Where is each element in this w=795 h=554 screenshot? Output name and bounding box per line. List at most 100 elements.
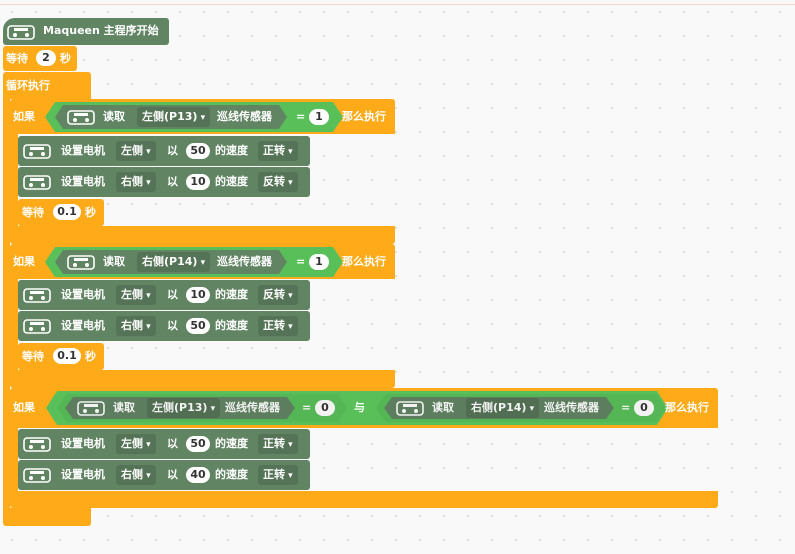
speed-input[interactable]: 50 xyxy=(186,143,210,159)
condition-equals-left[interactable]: 读取 左侧(P13) 巡线传感器 = 0 xyxy=(57,394,347,422)
direction-dropdown[interactable]: 正转 xyxy=(258,465,298,485)
wait-block[interactable]: 等待 0.1 秒 xyxy=(18,199,104,226)
maqueen-robot-icon xyxy=(23,144,51,159)
maqueen-robot-icon xyxy=(77,401,105,416)
with-label: 以 xyxy=(167,144,178,157)
if-block-1-header[interactable]: 如果 读取 左侧(P13) 巡线传感器 = 1 那么执行 xyxy=(10,99,395,134)
with-label: 以 xyxy=(167,288,178,301)
speed-input[interactable]: 10 xyxy=(186,287,210,303)
direction-dropdown[interactable]: 正转 xyxy=(258,316,298,336)
wait-label: 等待 xyxy=(22,206,44,219)
motor-side-dropdown[interactable]: 左侧 xyxy=(116,285,156,305)
speed-label: 的速度 xyxy=(215,144,248,157)
read-line-sensor-reporter[interactable]: 读取 左侧(P13) 巡线传感器 xyxy=(65,397,295,419)
speed-label: 的速度 xyxy=(215,288,248,301)
set-motor-label: 设置电机 xyxy=(61,468,105,481)
direction-dropdown[interactable]: 反转 xyxy=(258,285,298,305)
maqueen-robot-icon xyxy=(23,437,51,452)
hat-label: Maqueen 主程序开始 xyxy=(43,24,159,37)
maqueen-robot-icon xyxy=(23,288,51,303)
set-motor-block[interactable]: 设置电机 左侧 以 10 的速度 反转 xyxy=(18,280,310,310)
motor-side-dropdown[interactable]: 左侧 xyxy=(116,141,156,161)
read-label: 读取 xyxy=(103,255,125,268)
if-block-2-header[interactable]: 如果 读取 右侧(P14) 巡线传感器 = 1 那么执行 xyxy=(10,244,395,279)
maqueen-robot-icon xyxy=(396,401,424,416)
wait-label: 等待 xyxy=(6,52,28,65)
speed-input[interactable]: 50 xyxy=(186,318,210,334)
speed-input[interactable]: 10 xyxy=(186,174,210,190)
read-line-sensor-reporter[interactable]: 读取 右侧(P14) 巡线传感器 xyxy=(55,250,287,274)
wait-unit: 秒 xyxy=(85,350,96,363)
forever-loop-header[interactable]: 循环执行 xyxy=(3,72,91,99)
set-motor-block[interactable]: 设置电机 右侧 以 10 的速度 反转 xyxy=(18,167,310,197)
motor-side-dropdown[interactable]: 右侧 xyxy=(116,465,156,485)
wait-seconds-input[interactable]: 0.1 xyxy=(53,204,81,220)
if-label: 如果 xyxy=(13,401,35,414)
compare-value-input[interactable]: 1 xyxy=(309,109,329,125)
if-block-2-arm xyxy=(10,279,18,370)
condition-equals[interactable]: 读取 左侧(P13) 巡线传感器 = 1 xyxy=(45,102,343,132)
equals-sign: = xyxy=(296,110,306,123)
if-label: 如果 xyxy=(13,255,35,268)
wait-unit: 秒 xyxy=(85,206,96,219)
maqueen-robot-icon xyxy=(23,319,51,334)
maqueen-robot-icon xyxy=(67,110,95,125)
sensor-side-dropdown[interactable]: 右侧(P14) xyxy=(137,252,211,272)
motor-side-dropdown[interactable]: 左侧 xyxy=(116,434,156,454)
then-label: 那么执行 xyxy=(342,255,386,268)
condition-equals[interactable]: 读取 右侧(P14) 巡线传感器 = 1 xyxy=(45,247,343,277)
forever-loop-arm xyxy=(3,99,10,515)
condition-and[interactable]: 读取 左侧(P13) 巡线传感器 = 0 与 读取 右侧(P14) 巡线传感器 … xyxy=(46,391,668,425)
wait-block[interactable]: 等待 2 秒 xyxy=(3,46,77,71)
direction-dropdown[interactable]: 正转 xyxy=(258,434,298,454)
maqueen-robot-icon xyxy=(7,25,35,40)
read-label: 读取 xyxy=(432,401,454,414)
then-label: 那么执行 xyxy=(665,401,709,414)
canvas-top-border xyxy=(0,4,795,5)
set-motor-block[interactable]: 设置电机 左侧 以 50 的速度 正转 xyxy=(18,136,310,166)
speed-label: 的速度 xyxy=(215,468,248,481)
and-label: 与 xyxy=(354,401,365,414)
equals-sign: = xyxy=(302,401,312,414)
motor-side-dropdown[interactable]: 右侧 xyxy=(116,316,156,336)
sensor-side-dropdown[interactable]: 左侧(P13) xyxy=(147,398,221,418)
wait-seconds-input[interactable]: 0.1 xyxy=(53,348,81,364)
read-label: 读取 xyxy=(113,401,135,414)
wait-label: 等待 xyxy=(22,350,44,363)
if-block-3-header[interactable]: 如果 读取 左侧(P13) 巡线传感器 = 0 与 xyxy=(10,388,718,428)
read-line-sensor-reporter[interactable]: 读取 左侧(P13) 巡线传感器 xyxy=(55,105,287,129)
maqueen-robot-icon xyxy=(23,175,51,190)
forever-loop-footer xyxy=(3,508,91,526)
speed-input[interactable]: 40 xyxy=(186,467,210,483)
equals-sign: = xyxy=(621,401,631,414)
set-motor-block[interactable]: 设置电机 左侧 以 50 的速度 正转 xyxy=(18,429,310,459)
direction-dropdown[interactable]: 反转 xyxy=(258,172,298,192)
set-motor-label: 设置电机 xyxy=(61,288,105,301)
sensor-side-dropdown[interactable]: 右侧(P14) xyxy=(466,398,540,418)
if-label: 如果 xyxy=(13,110,35,123)
wait-block[interactable]: 等待 0.1 秒 xyxy=(18,343,104,370)
direction-dropdown[interactable]: 正转 xyxy=(258,141,298,161)
compare-value-input[interactable]: 0 xyxy=(634,400,654,416)
maqueen-robot-icon xyxy=(67,255,95,270)
wait-seconds-input[interactable]: 2 xyxy=(36,50,56,66)
speed-input[interactable]: 50 xyxy=(186,436,210,452)
wait-unit: 秒 xyxy=(60,52,71,65)
set-motor-block[interactable]: 设置电机 右侧 以 40 的速度 正转 xyxy=(18,460,310,490)
condition-equals-right[interactable]: 读取 右侧(P14) 巡线传感器 = 0 xyxy=(376,394,666,422)
then-label: 那么执行 xyxy=(342,110,386,123)
motor-side-dropdown[interactable]: 右侧 xyxy=(116,172,156,192)
compare-value-input[interactable]: 1 xyxy=(309,254,329,270)
read-line-sensor-reporter[interactable]: 读取 右侧(P14) 巡线传感器 xyxy=(384,397,614,419)
compare-value-input[interactable]: 0 xyxy=(315,400,335,416)
sensor-label: 巡线传感器 xyxy=(217,110,272,123)
set-motor-label: 设置电机 xyxy=(61,437,105,450)
sensor-label: 巡线传感器 xyxy=(217,255,272,268)
set-motor-block[interactable]: 设置电机 右侧 以 50 的速度 正转 xyxy=(18,311,310,341)
hat-block-maqueen-start[interactable]: Maqueen 主程序开始 xyxy=(3,18,169,45)
sensor-label: 巡线传感器 xyxy=(225,401,280,414)
sensor-side-dropdown[interactable]: 左侧(P13) xyxy=(137,107,211,127)
speed-label: 的速度 xyxy=(215,437,248,450)
if-block-1-footer xyxy=(10,226,395,244)
set-motor-label: 设置电机 xyxy=(61,175,105,188)
